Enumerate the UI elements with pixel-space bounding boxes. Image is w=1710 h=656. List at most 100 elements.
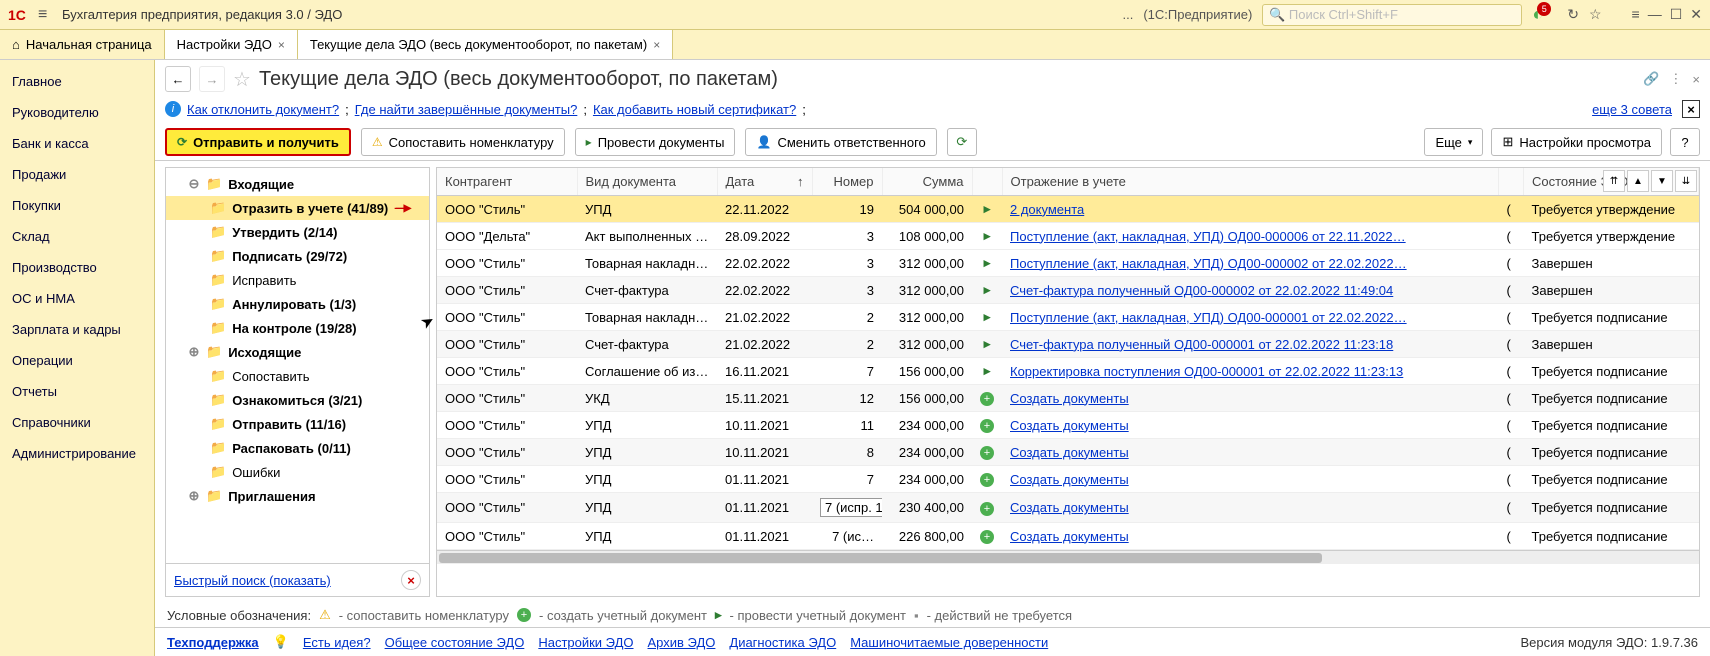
nav-manager[interactable]: Руководителю [0, 97, 154, 128]
nav-bank[interactable]: Банк и касса [0, 128, 154, 159]
forward-button[interactable]: → [199, 66, 225, 92]
reflection-link[interactable]: Поступление (акт, накладная, УПД) ОД00-0… [1010, 310, 1407, 325]
tree-item[interactable]: 📁Ознакомиться (3/21) [166, 388, 429, 412]
table-row[interactable]: ООО "Стиль"УПД22.11.202219504 000,00▸2 д… [437, 196, 1699, 223]
col-date[interactable]: Дата ↑ [717, 168, 812, 196]
hint-more[interactable]: еще 3 совета [1592, 102, 1672, 117]
tree-item[interactable]: ⊕📁Приглашения [166, 484, 429, 508]
tree-item[interactable]: 📁Подписать (29/72) [166, 244, 429, 268]
col-sum[interactable]: Сумма [882, 168, 972, 196]
reflection-link[interactable]: Корректировка поступления ОД00-000001 от… [1010, 364, 1403, 379]
nav-admin[interactable]: Администрирование [0, 438, 154, 469]
nav-catalogs[interactable]: Справочники [0, 407, 154, 438]
hints-close-icon[interactable]: × [1682, 100, 1700, 118]
nav-production[interactable]: Производство [0, 252, 154, 283]
reflection-link[interactable]: Поступление (акт, накладная, УПД) ОД00-0… [1010, 229, 1406, 244]
reflection-link[interactable]: Создать документы [1010, 472, 1129, 487]
col-reflection[interactable]: Отражение в учете [1002, 168, 1499, 196]
table-row[interactable]: ООО "Стиль"УПД01.11.20217 (испр. 1)230 4… [437, 493, 1699, 523]
favorite-icon[interactable]: ☆ [1589, 6, 1602, 23]
reflection-link[interactable]: Счет-фактура полученный ОД00-000002 от 2… [1010, 283, 1393, 298]
match-nomenclature-button[interactable]: ⚠ Сопоставить номенклатуру [361, 128, 565, 156]
help-button[interactable]: ? [1670, 128, 1700, 156]
table-row[interactable]: ООО "Стиль"УКД15.11.202112156 000,00+Соз… [437, 385, 1699, 412]
history-icon[interactable]: ↻ [1567, 6, 1579, 23]
reflection-link[interactable]: 2 документа [1010, 202, 1084, 217]
table-row[interactable]: ООО "Стиль"УПД10.11.202111234 000,00+Соз… [437, 412, 1699, 439]
nav-assets[interactable]: ОС и НМА [0, 283, 154, 314]
col-doctype[interactable]: Вид документа [577, 168, 717, 196]
nav-reports[interactable]: Отчеты [0, 376, 154, 407]
quick-search-link[interactable]: Быстрый поиск (показать) [174, 573, 331, 588]
grid-down-icon[interactable]: ▼ [1651, 170, 1673, 192]
nav-main[interactable]: Главное [0, 66, 154, 97]
idea-link[interactable]: Есть идея? [303, 635, 371, 650]
nav-operations[interactable]: Операции [0, 345, 154, 376]
reflection-link[interactable]: Создать документы [1010, 418, 1129, 433]
clear-search-icon[interactable]: × [401, 570, 421, 590]
link-icon[interactable]: 🔗 [1643, 71, 1659, 87]
tree-item[interactable]: 📁Сопоставить [166, 364, 429, 388]
reflection-link[interactable]: Создать документы [1010, 529, 1129, 544]
tree-item[interactable]: ⊖📁Входящие [166, 172, 429, 196]
maximize-icon[interactable]: ☐ [1670, 6, 1683, 23]
more-icon[interactable]: ⋮ [1669, 71, 1682, 87]
table-row[interactable]: ООО "Стиль"Счет-фактура22.02.20223312 00… [437, 277, 1699, 304]
footer-link-4[interactable]: Машиночитаемые доверенности [850, 635, 1048, 650]
col-number[interactable]: Номер [812, 168, 882, 196]
grid-scrollbar[interactable] [437, 550, 1699, 564]
reflection-link[interactable]: Создать документы [1010, 500, 1129, 515]
nav-sales[interactable]: Продажи [0, 159, 154, 190]
table-row[interactable]: ООО "Стиль"УПД01.11.20217234 000,00+Созд… [437, 466, 1699, 493]
tab-home[interactable]: ⌂ Начальная страница [0, 30, 165, 59]
hint-link-1[interactable]: Как отклонить документ? [187, 102, 339, 117]
tree-item[interactable]: 📁Отразить в учете (41/89) -------▶ [166, 196, 429, 220]
reflection-link[interactable]: Создать документы [1010, 445, 1129, 460]
table-row[interactable]: ООО "Стиль"Товарная накладная22.02.20223… [437, 250, 1699, 277]
refresh-button[interactable]: ⟳ [947, 128, 977, 156]
back-button[interactable]: ← [165, 66, 191, 92]
tree-item[interactable]: 📁На контроле (19/28) [166, 316, 429, 340]
send-receive-button[interactable]: ⟳ Отправить и получить [165, 128, 351, 156]
title-ellipsis[interactable]: ... [1123, 7, 1134, 22]
table-row[interactable]: ООО "Стиль"Соглашение об из…16.11.202171… [437, 358, 1699, 385]
close-window-icon[interactable]: ✕ [1690, 6, 1702, 23]
nav-warehouse[interactable]: Склад [0, 221, 154, 252]
reflection-link[interactable]: Поступление (акт, накладная, УПД) ОД00-0… [1010, 256, 1407, 271]
change-responsible-button[interactable]: 👤 Сменить ответственного [745, 128, 936, 156]
nav-purchases[interactable]: Покупки [0, 190, 154, 221]
reflection-link[interactable]: Создать документы [1010, 391, 1129, 406]
reflection-link[interactable]: Счет-фактура полученный ОД00-000001 от 2… [1010, 337, 1393, 352]
tree-item[interactable]: 📁Ошибки [166, 460, 429, 484]
view-settings-button[interactable]: ⊞ Настройки просмотра [1491, 128, 1662, 156]
settings-bars-icon[interactable]: ≡ [1632, 6, 1640, 23]
tab-current-edo[interactable]: Текущие дела ЭДО (весь документооборот, … [298, 30, 673, 59]
menu-burger-icon[interactable]: ≡ [38, 6, 58, 24]
close-icon[interactable]: × [653, 38, 660, 52]
table-row[interactable]: ООО "Дельта"Акт выполненных …28.09.20223… [437, 223, 1699, 250]
tree-item[interactable]: ⊕📁Исходящие [166, 340, 429, 364]
hint-link-3[interactable]: Как добавить новый сертификат? [593, 102, 796, 117]
minimize-icon[interactable]: — [1648, 6, 1662, 23]
tab-edo-settings[interactable]: Настройки ЭДО × [165, 30, 298, 59]
global-search[interactable]: 🔍 Поиск Ctrl+Shift+F [1262, 4, 1522, 26]
col-counterparty[interactable]: Контрагент [437, 168, 577, 196]
footer-link-3[interactable]: Диагностика ЭДО [729, 635, 836, 650]
star-icon[interactable]: ☆ [233, 67, 251, 92]
more-button[interactable]: Еще ▾ [1424, 128, 1483, 156]
support-link[interactable]: Техподдержка [167, 635, 259, 650]
table-row[interactable]: ООО "Стиль"УПД01.11.20217 (ис…226 800,00… [437, 523, 1699, 550]
hint-link-2[interactable]: Где найти завершённые документы? [355, 102, 578, 117]
grid-up-icon[interactable]: ▲ [1627, 170, 1649, 192]
notifications-icon[interactable]: ◐5 [1532, 4, 1557, 25]
table-row[interactable]: ООО "Стиль"УПД10.11.20218234 000,00+Созд… [437, 439, 1699, 466]
tree-item[interactable]: 📁Распаковать (0/11) [166, 436, 429, 460]
tree-item[interactable]: 📁Исправить [166, 268, 429, 292]
close-page-icon[interactable]: × [1692, 72, 1700, 87]
tree-item[interactable]: 📁Отправить (11/16) [166, 412, 429, 436]
post-documents-button[interactable]: ▸ Провести документы [575, 128, 736, 156]
tree-item[interactable]: 📁Аннулировать (1/3) [166, 292, 429, 316]
tree-item[interactable]: 📁Утвердить (2/14) [166, 220, 429, 244]
grid-last-icon[interactable]: ⇊ [1675, 170, 1697, 192]
footer-link-2[interactable]: Архив ЭДО [648, 635, 716, 650]
